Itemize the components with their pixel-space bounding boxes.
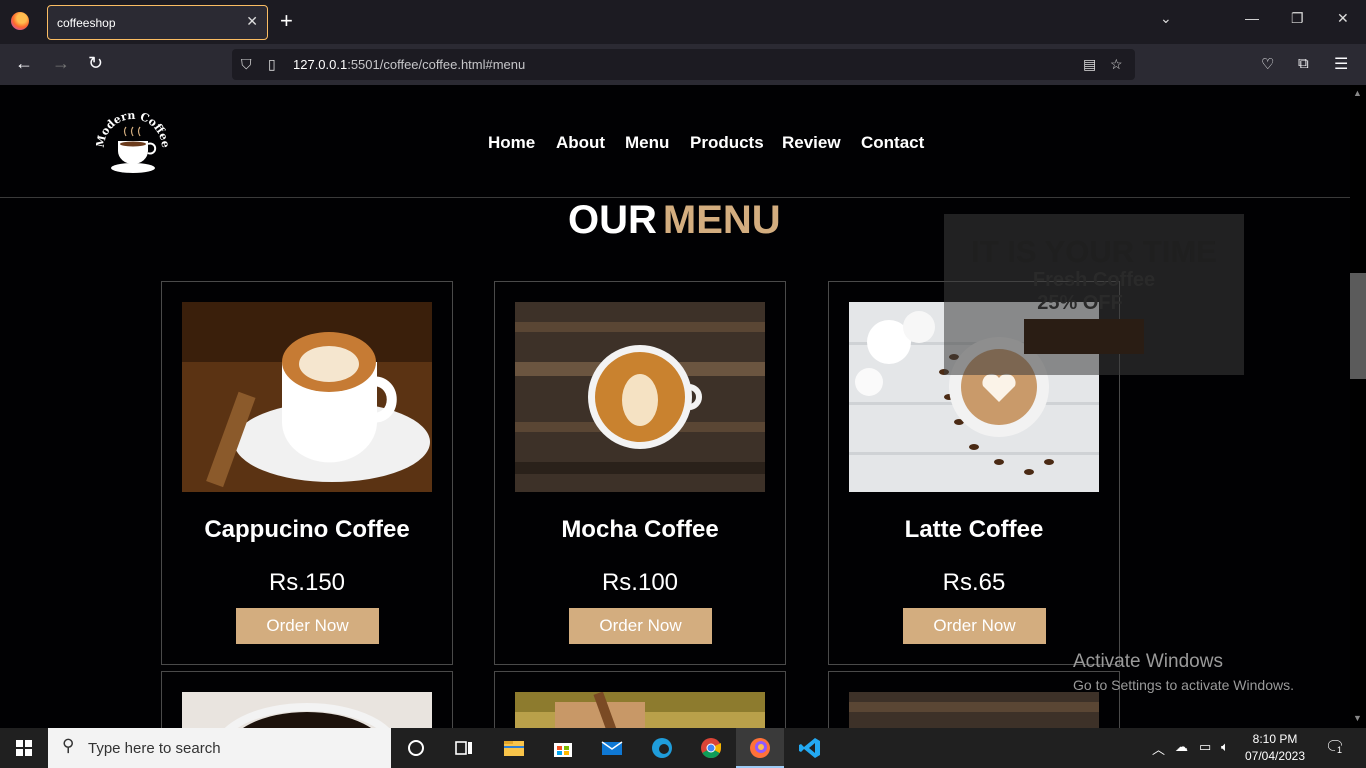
item-price: Rs.65 — [942, 569, 1006, 596]
notification-icon[interactable]: 🗨︎1 — [1325, 737, 1345, 757]
start-button[interactable] — [16, 740, 32, 756]
menu-card — [494, 671, 786, 728]
promo-button[interactable] — [1024, 319, 1144, 354]
mocha-image — [515, 302, 765, 492]
promo-subtitle: Fresh Coffee — [1032, 269, 1156, 291]
cappucino-image — [182, 302, 432, 492]
menu-icon[interactable]: ☰ — [1334, 54, 1348, 74]
shield-icon[interactable]: ⛉ — [241, 56, 252, 73]
site-logo[interactable]: Modern Coffee — [94, 108, 172, 178]
taskbar-search[interactable]: ⚲ Type here to search — [48, 728, 391, 768]
activate-windows-watermark: Activate Windows Go to Settings to activ… — [1073, 651, 1294, 693]
tab-coffeeshop[interactable]: coffeeshop ✕ — [47, 5, 268, 40]
nav-menu[interactable]: Menu — [625, 133, 669, 153]
item-price: Rs.150 — [268, 569, 346, 596]
clock-time: 8:10 PM — [1252, 732, 1298, 746]
firefox-taskbar-icon[interactable] — [748, 736, 772, 760]
item-name: Latte Coffee — [904, 516, 1044, 543]
menu-card-mocha: Mocha Coffee Rs.100 Order Now — [494, 281, 786, 665]
item-price: Rs.100 — [601, 569, 679, 596]
tab-title: coffeeshop — [57, 16, 116, 30]
nav-contact[interactable]: Contact — [861, 133, 924, 153]
notification-count: 1 — [1335, 745, 1345, 755]
url-path: :5501/coffee/coffee.html#menu — [347, 57, 526, 72]
forward-icon[interactable]: → — [52, 53, 70, 74]
list-tabs-icon[interactable]: ⌄ — [1160, 10, 1172, 27]
url-host: 127.0.0.1 — [293, 57, 348, 72]
minimize-icon[interactable]: — — [1245, 10, 1259, 26]
onedrive-icon[interactable]: ☁ — [1175, 739, 1188, 755]
coffee-image — [515, 692, 765, 728]
scrollbar-thumb[interactable] — [1350, 273, 1366, 379]
item-name: Cappucino Coffee — [204, 516, 410, 543]
section-title-menu: MENU — [662, 198, 781, 242]
order-now-button[interactable]: Order Now — [903, 608, 1046, 644]
nav-review[interactable]: Review — [782, 133, 841, 153]
item-name: Mocha Coffee — [561, 516, 719, 543]
url-text[interactable]: 127.0.0.1:5501/coffee/coffee.html#menu — [293, 57, 525, 72]
nav-home[interactable]: Home — [488, 133, 535, 153]
show-hidden-icons[interactable]: ︿ — [1152, 739, 1165, 758]
web-page: Modern Coffee Home About Menu Products R… — [0, 85, 1350, 728]
coffee-image — [182, 692, 432, 728]
clock-date: 07/04/2023 — [1244, 749, 1306, 763]
watermark-title: Activate Windows — [1073, 651, 1223, 672]
new-tab-button[interactable]: + — [280, 9, 293, 33]
scroll-up-icon[interactable]: ▲ — [1353, 88, 1362, 98]
scroll-down-icon[interactable]: ▼ — [1353, 713, 1362, 723]
firefox-icon[interactable] — [11, 12, 29, 30]
file-explorer-icon[interactable] — [502, 736, 526, 760]
cortana-icon[interactable] — [404, 736, 428, 760]
watermark-subtitle: Go to Settings to activate Windows. — [1073, 677, 1294, 693]
taskbar-clock[interactable]: 8:10 PM 07/04/2023 — [1240, 731, 1310, 765]
windows-taskbar: ⚲ Type here to search ︿ ☁ ▭ 🔈︎ 8:10 PM 0… — [0, 728, 1366, 768]
menu-card-cappucino: Cappucino Coffee Rs.150 Order Now — [161, 281, 453, 665]
section-title: OUR MENU — [568, 198, 781, 243]
promo-discount: 25% OFF — [1037, 292, 1123, 314]
pocket-icon[interactable]: ♡ — [1261, 55, 1274, 73]
nav-products[interactable]: Products — [690, 133, 764, 153]
bookmark-star-icon[interactable]: ☆ — [1110, 56, 1123, 73]
reader-view-icon[interactable]: ▤ — [1083, 56, 1096, 73]
mail-icon[interactable] — [600, 736, 624, 760]
search-icon: ⚲ — [62, 736, 75, 755]
task-view-icon[interactable] — [452, 736, 476, 760]
restore-icon[interactable]: ❐ — [1291, 10, 1304, 27]
coffee-image — [849, 692, 1099, 728]
nav-about[interactable]: About — [556, 133, 605, 153]
promo-headline: IT IS YOUR TIME — [971, 234, 1217, 269]
microsoft-store-icon[interactable] — [551, 736, 575, 760]
edge-icon[interactable] — [650, 736, 674, 760]
network-icon[interactable]: ▭ — [1199, 739, 1211, 755]
browser-tab-bar: coffeeshop ✕ + ⌄ — ❐ ✕ — [0, 0, 1366, 44]
close-tab-icon[interactable]: ✕ — [246, 13, 258, 30]
reload-icon[interactable]: ↻ — [88, 53, 103, 74]
menu-card — [161, 671, 453, 728]
vscode-icon[interactable] — [798, 736, 822, 760]
order-now-button[interactable]: Order Now — [569, 608, 712, 644]
order-now-button[interactable]: Order Now — [236, 608, 379, 644]
volume-icon[interactable]: 🔈︎ — [1221, 739, 1229, 755]
back-icon[interactable]: ← — [15, 53, 33, 74]
site-header: Modern Coffee Home About Menu Products R… — [0, 85, 1350, 198]
address-bar[interactable]: ⛉ ▯ 127.0.0.1:5501/coffee/coffee.html#me… — [232, 49, 1135, 80]
extensions-icon[interactable]: ⧉ — [1298, 55, 1309, 72]
promo-banner: IT IS YOUR TIME Fresh Coffee 25% OFF — [944, 214, 1244, 375]
section-title-our: OUR — [568, 198, 657, 242]
chrome-icon[interactable] — [699, 736, 723, 760]
page-icon[interactable]: ▯ — [268, 56, 276, 73]
page-scrollbar[interactable] — [1350, 85, 1366, 728]
close-window-icon[interactable]: ✕ — [1337, 10, 1349, 27]
search-placeholder: Type here to search — [88, 740, 221, 757]
